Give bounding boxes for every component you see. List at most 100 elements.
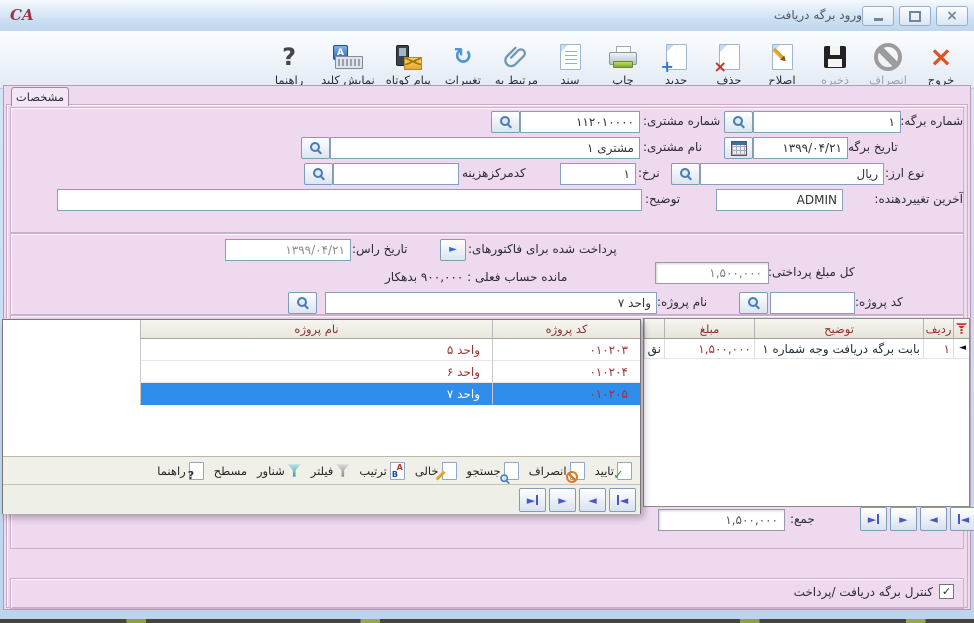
printer-icon xyxy=(609,46,637,68)
row-indicator: ◄ xyxy=(953,339,969,359)
search-icon xyxy=(504,462,519,480)
control-voucher-row: ✓ کنترل برگه دریافت /پرداخت xyxy=(794,584,954,599)
close-button[interactable]: × xyxy=(936,6,968,26)
maximize-button[interactable] xyxy=(899,6,931,26)
currency-label: نوع ارز: xyxy=(885,166,924,180)
due-date-label: تاریخ راس: xyxy=(352,242,408,256)
project-code-label: کد پروژه: xyxy=(855,295,903,309)
project-name-lookup-button[interactable] xyxy=(288,292,317,314)
related-button[interactable]: مرتبط به xyxy=(491,33,542,87)
lookup-row[interactable]: ۰۱۰۲۰۴ واحد ۶ xyxy=(3,361,640,383)
lookup-confirm-button[interactable]: تایید xyxy=(595,462,632,480)
help-icon: ? xyxy=(282,45,296,69)
row-description-cell: بابت برگه دریافت وجه شماره ۱ xyxy=(754,339,923,359)
grid-col-description[interactable]: توضیح xyxy=(754,319,923,338)
lookup-row-selected[interactable]: ۰۱۰۲۰۵ واحد ۷ xyxy=(3,383,640,405)
lookup-nav-buttons: ► ► ◄ ◄ xyxy=(519,488,636,512)
save-button[interactable]: ذخیره xyxy=(810,33,860,87)
cost-center-field[interactable] xyxy=(333,163,459,185)
customer-name-field[interactable]: مشتری ۱ xyxy=(330,137,640,159)
cancel-button[interactable]: انصراف xyxy=(863,33,913,87)
show-keys-button[interactable]: A نمایش کلید xyxy=(317,33,379,87)
edit-icon xyxy=(772,44,793,70)
lookup-cancel-button[interactable]: انصراف xyxy=(529,462,585,480)
rate-label: نرخ: xyxy=(638,166,660,180)
grid-filter-header[interactable] xyxy=(953,319,969,338)
lookup-floating-button[interactable]: شناور xyxy=(257,464,301,478)
minimize-button[interactable] xyxy=(862,6,894,26)
exit-button[interactable]: × خروج xyxy=(916,33,966,87)
grid-row[interactable]: ◄ ۱ بابت برگه دریافت وجه شماره ۱ ۱,۵۰۰,۰… xyxy=(644,339,969,359)
voucher-date-field[interactable]: ۱۳۹۹/۰۴/۲۱ xyxy=(753,137,848,159)
grid-nav-prev-button[interactable]: ◄ xyxy=(920,507,947,531)
note-field[interactable] xyxy=(57,189,642,211)
lookup-nav-prev-button[interactable]: ◄ xyxy=(579,488,606,512)
search-label: جستجو xyxy=(467,464,501,478)
search-icon xyxy=(680,168,692,180)
main-toolbar: × خروج انصراف ذخیره اصلاح × حذف + جدید چ… xyxy=(0,31,974,89)
filter-icon xyxy=(336,464,349,477)
document-button[interactable]: سند xyxy=(545,33,595,87)
paid-for-invoices-label: پرداخت شده برای فاکتورهای: xyxy=(468,242,617,256)
print-button[interactable]: چاپ xyxy=(598,33,648,87)
sort-label: ترتیب xyxy=(359,464,387,478)
sms-button[interactable]: پیام کوتاه xyxy=(382,33,435,87)
grid-nav-next-button[interactable]: ► xyxy=(890,507,917,531)
project-code-lookup-button[interactable] xyxy=(739,292,768,314)
currency-field[interactable]: ریال xyxy=(700,163,884,185)
project-name-label: نام پروژه: xyxy=(657,295,707,309)
grid-col-cut[interactable] xyxy=(644,319,664,338)
grid-nav-last-button[interactable]: ► xyxy=(860,507,887,531)
refresh-icon xyxy=(453,46,472,69)
cost-center-lookup-button[interactable] xyxy=(304,163,333,185)
search-icon xyxy=(748,297,760,309)
grid-nav-first-button[interactable]: ◄ xyxy=(950,507,974,531)
lookup-nav-last-button[interactable]: ► xyxy=(519,488,546,512)
control-voucher-checkbox[interactable]: ✓ xyxy=(939,584,954,599)
delete-button[interactable]: × حذف xyxy=(704,33,754,87)
desktop-edge-strip xyxy=(0,619,974,623)
document-icon xyxy=(560,44,581,70)
lookup-help-button[interactable]: راهنما xyxy=(157,462,203,480)
row-index-cell: ۱ xyxy=(923,339,953,359)
due-date-field[interactable]: ۱۳۹۹/۰۴/۲۱ xyxy=(225,239,351,261)
search-icon xyxy=(297,297,309,309)
grid-col-row[interactable]: ردیف xyxy=(923,319,953,338)
rate-field[interactable]: ۱ xyxy=(560,163,636,185)
empty-icon xyxy=(442,462,457,480)
lookup-row[interactable]: ۰۱۰۲۰۳ واحد ۵ xyxy=(3,339,640,361)
lookup-col-name[interactable]: نام پروژه xyxy=(140,320,492,339)
app-window: CA ورود برگه دریافت × × خروج انصراف ذخیر… xyxy=(0,0,974,623)
changes-button[interactable]: تغییرات xyxy=(438,33,488,87)
edit-button[interactable]: اصلاح xyxy=(757,33,807,87)
lookup-empty-button[interactable]: خالی xyxy=(415,462,457,480)
lookup-flat-button[interactable]: مسطح xyxy=(214,464,247,478)
currency-lookup-button[interactable] xyxy=(671,163,700,185)
customer-name-lookup-button[interactable] xyxy=(301,137,330,159)
lookup-name-cell: واحد ۷ xyxy=(140,383,492,405)
customer-number-lookup-button[interactable] xyxy=(491,111,520,133)
lookup-search-button[interactable]: جستجو xyxy=(467,462,519,480)
lookup-sort-button[interactable]: ترتیب xyxy=(359,462,405,480)
sum-label: جمع: xyxy=(790,512,815,526)
calendar-button[interactable] xyxy=(724,137,753,159)
lookup-col-code[interactable]: کد پروژه xyxy=(492,320,640,339)
detail-grid: ردیف توضیح مبلغ ◄ ۱ بابت برگه دریافت وجه… xyxy=(643,318,970,507)
project-name-field[interactable]: واحد ۷ xyxy=(325,292,657,314)
voucher-number-lookup-button[interactable] xyxy=(724,111,753,133)
control-voucher-label: کنترل برگه دریافت /پرداخت xyxy=(794,585,933,599)
help-button[interactable]: ? راهنما xyxy=(264,33,314,87)
help-icon xyxy=(189,462,204,480)
new-button[interactable]: + جدید xyxy=(651,33,701,87)
voucher-date-label: تاریخ برگه xyxy=(848,140,898,154)
lookup-filter-button[interactable]: فیلتر xyxy=(311,464,350,478)
voucher-number-field[interactable]: ۱ xyxy=(753,111,901,133)
expand-invoices-button[interactable]: ► xyxy=(440,239,466,261)
lookup-nav-first-button[interactable]: ◄ xyxy=(609,488,636,512)
customer-number-field[interactable]: ۱۱۲۰۱۰۰۰۰ xyxy=(520,111,640,133)
lookup-nav-next-button[interactable]: ► xyxy=(549,488,576,512)
tab-specifications[interactable]: مشخصات xyxy=(11,87,69,106)
project-code-field[interactable] xyxy=(770,292,855,314)
cancel-icon xyxy=(874,43,902,71)
grid-col-amount[interactable]: مبلغ xyxy=(664,319,754,338)
